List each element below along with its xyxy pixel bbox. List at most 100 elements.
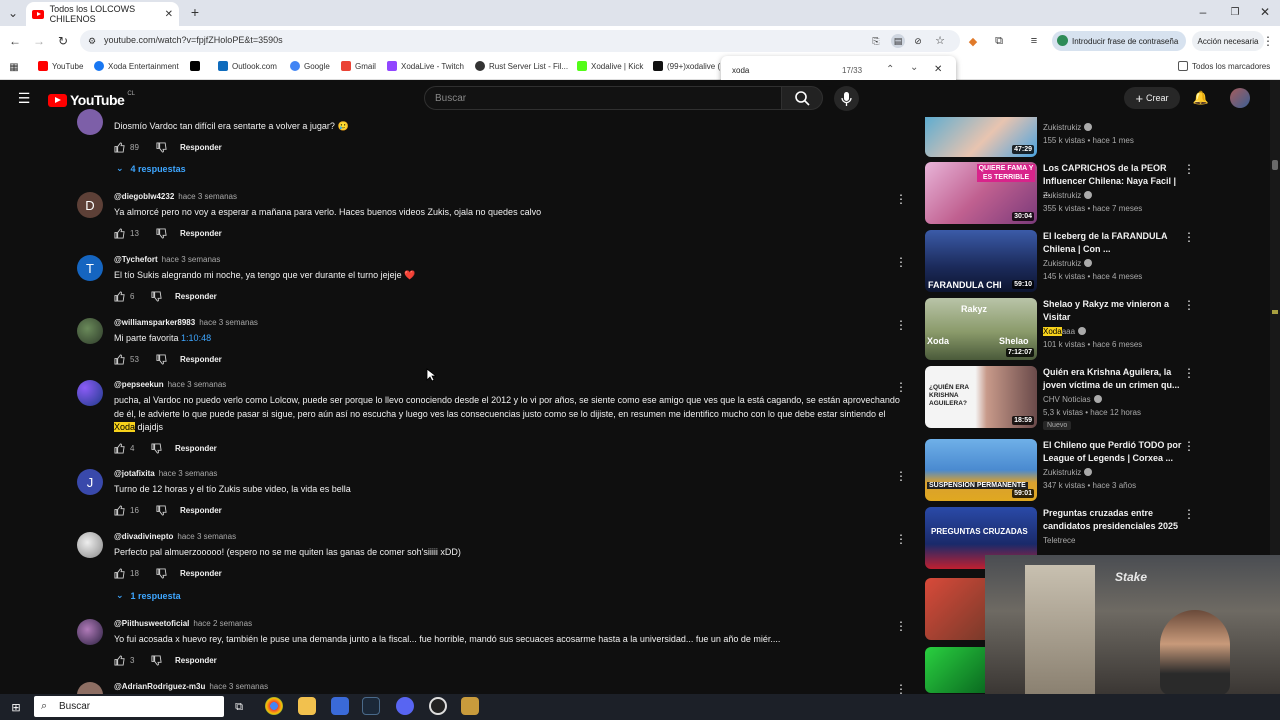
comment-menu-icon[interactable]: ⋮ [895, 682, 907, 694]
bookmark-gmail[interactable]: Gmail [341, 61, 376, 71]
reply-button[interactable]: Responder [180, 569, 222, 578]
bookmark-kick[interactable]: Xodalive | Kick [577, 61, 643, 71]
reading-mode-icon[interactable]: ▤ [891, 34, 905, 48]
comment-menu-icon[interactable]: ⋮ [895, 192, 907, 206]
extensions-icon[interactable]: ⧉ [992, 34, 1006, 48]
reply-button[interactable]: Responder [180, 229, 222, 238]
video-channel[interactable]: Zukistrukiz [1043, 191, 1093, 200]
bookmark-outlook[interactable]: Outlook.com [218, 61, 277, 71]
taskbar-search[interactable]: ⌕ Buscar [34, 696, 224, 717]
reply-button[interactable]: Responder [175, 444, 217, 453]
reload-icon[interactable]: ↻ [56, 34, 70, 48]
comment-avatar[interactable] [77, 619, 103, 645]
restore-icon[interactable]: ❐ [1228, 5, 1242, 19]
store-icon[interactable] [331, 697, 349, 715]
forward-icon[interactable]: → [32, 34, 46, 48]
password-button[interactable]: Introducir frase de contraseña [1052, 31, 1186, 51]
like-icon[interactable] [114, 228, 125, 239]
dislike-icon[interactable] [156, 568, 167, 579]
recommended-video[interactable]: QUIERE FAMA Y ES TERRIBLE 30:04 Los CAPR… [925, 162, 1200, 226]
video-thumbnail[interactable] [925, 647, 985, 693]
bookmark-tiktok[interactable]: (99+)xodalive ( [653, 61, 720, 71]
dislike-icon[interactable] [151, 291, 162, 302]
like-icon[interactable] [114, 568, 125, 579]
comment-menu-icon[interactable]: ⋮ [895, 469, 907, 483]
replies-toggle[interactable]: ⌄ 4 respuestas [116, 163, 186, 174]
video-channel[interactable]: Zukistrukiz [1043, 123, 1093, 132]
recommended-video[interactable]: Rakyz Xoda Shelao 7:12:07 Shelao y Rakyz… [925, 298, 1200, 362]
comment-author[interactable]: @divadivinepto [114, 532, 173, 541]
chrome-app-icon[interactable] [265, 697, 283, 715]
reply-button[interactable]: Responder [180, 143, 222, 152]
video-channel[interactable]: Zukistrukiz [1043, 259, 1093, 268]
voice-search-button[interactable] [834, 86, 859, 111]
bookmark-rust-server[interactable]: Rust Server List - Fil... [475, 61, 568, 71]
video-title[interactable]: Preguntas cruzadas entre candidatos pres… [1043, 507, 1185, 532]
comment-author[interactable]: @AdrianRodriguez-m3u [114, 682, 205, 691]
video-channel[interactable]: Zukistrukiz [1043, 468, 1093, 477]
comment-avatar[interactable]: J [77, 469, 103, 495]
reply-button[interactable]: Responder [175, 656, 217, 665]
youtube-logo[interactable]: YouTube CL [48, 91, 135, 108]
account-avatar[interactable] [1230, 88, 1250, 108]
comment-date[interactable]: hace 3 semanas [178, 192, 237, 201]
find-input[interactable]: xoda [732, 66, 749, 75]
comment-date[interactable]: hace 3 semanas [209, 682, 268, 691]
comment-author[interactable]: @williamsparker8983 [114, 318, 195, 327]
comment-menu-icon[interactable]: ⋮ [895, 532, 907, 546]
chrome-menu-icon[interactable]: ⋮ [1262, 34, 1274, 48]
video-menu-icon[interactable]: ⋮ [1183, 298, 1195, 312]
comment-menu-icon[interactable]: ⋮ [895, 380, 907, 394]
find-previous-icon[interactable]: ⌃ [886, 64, 894, 75]
recommended-video[interactable]: ¿QUIÉN ERA KRISHNA AGUILERA? 18:59 Quién… [925, 366, 1200, 436]
comment-author[interactable]: @diegoblw4232 [114, 192, 174, 201]
eye-off-icon[interactable]: ⊘ [912, 35, 924, 47]
all-bookmarks[interactable]: Todos los marcadores [1178, 61, 1270, 71]
like-icon[interactable] [114, 354, 125, 365]
comment-date[interactable]: hace 3 semanas [177, 532, 236, 541]
comment-date[interactable]: hace 3 semanas [199, 318, 258, 327]
recommended-video[interactable]: FARANDULA CHI 59:10 El Iceberg de la FAR… [925, 230, 1200, 294]
action-needed-button[interactable]: Acción necesaria [1192, 31, 1264, 51]
task-view-icon[interactable]: ⧉ [232, 700, 246, 714]
comment-date[interactable]: hace 3 semanas [162, 255, 221, 264]
timestamp-link[interactable]: 1:10:48 [181, 333, 211, 343]
recommended-video[interactable]: 47:29 Zukistrukiz 155 k vistas • hace 1 … [925, 117, 1200, 157]
video-title[interactable]: El Iceberg de la FARANDULA Chilena | Con… [1043, 230, 1185, 255]
reply-button[interactable]: Responder [180, 355, 222, 364]
video-title[interactable]: Shelao y Rakyz me vinieron a Visitar [1043, 298, 1185, 323]
video-thumbnail[interactable] [925, 578, 985, 640]
video-menu-icon[interactable]: ⋮ [1183, 366, 1195, 380]
search-button[interactable] [781, 86, 823, 110]
video-thumbnail[interactable]: SUSPENSION PERMANENTE 59:01 [925, 439, 1037, 501]
file-explorer-icon[interactable] [298, 697, 316, 715]
dislike-icon[interactable] [156, 142, 167, 153]
replies-toggle[interactable]: ⌄ 1 respuesta [116, 590, 181, 601]
tab-search-chevron-icon[interactable]: ⌄ [6, 6, 20, 20]
install-app-icon[interactable]: ⎘ [870, 35, 882, 47]
like-icon[interactable] [114, 291, 125, 302]
bookmark-star-icon[interactable]: ☆ [934, 34, 946, 47]
dislike-icon[interactable] [151, 443, 162, 454]
video-channel[interactable]: Teletrece [1043, 536, 1075, 545]
steam-icon[interactable] [362, 697, 380, 715]
video-thumbnail[interactable]: QUIERE FAMA Y ES TERRIBLE 30:04 [925, 162, 1037, 224]
bookmark-google[interactable]: Google [290, 61, 330, 71]
video-menu-icon[interactable]: ⋮ [1183, 230, 1195, 244]
dislike-icon[interactable] [151, 655, 162, 666]
dislike-icon[interactable] [156, 228, 167, 239]
video-channel[interactable]: CHV Noticias [1043, 395, 1102, 404]
bookmark-x[interactable]: X [190, 61, 200, 71]
video-title[interactable]: Quién era Krishna Aguilera, la joven víc… [1043, 366, 1185, 391]
video-menu-icon[interactable]: ⋮ [1183, 507, 1195, 521]
comment-avatar[interactable] [77, 380, 103, 406]
notifications-bell-icon[interactable]: 🔔 [1193, 90, 1209, 106]
like-icon[interactable] [114, 142, 125, 153]
recommended-video[interactable]: SUSPENSION PERMANENTE 59:01 El Chileno q… [925, 439, 1200, 503]
bookmark-twitch[interactable]: XodaLive - Twitch [387, 61, 464, 71]
comment-avatar[interactable] [77, 682, 103, 694]
comment-avatar[interactable] [77, 532, 103, 558]
comment-avatar[interactable] [77, 318, 103, 344]
video-thumbnail[interactable]: 47:29 [925, 117, 1037, 157]
comment-author[interactable]: @Piithusweetoficial [114, 619, 189, 628]
